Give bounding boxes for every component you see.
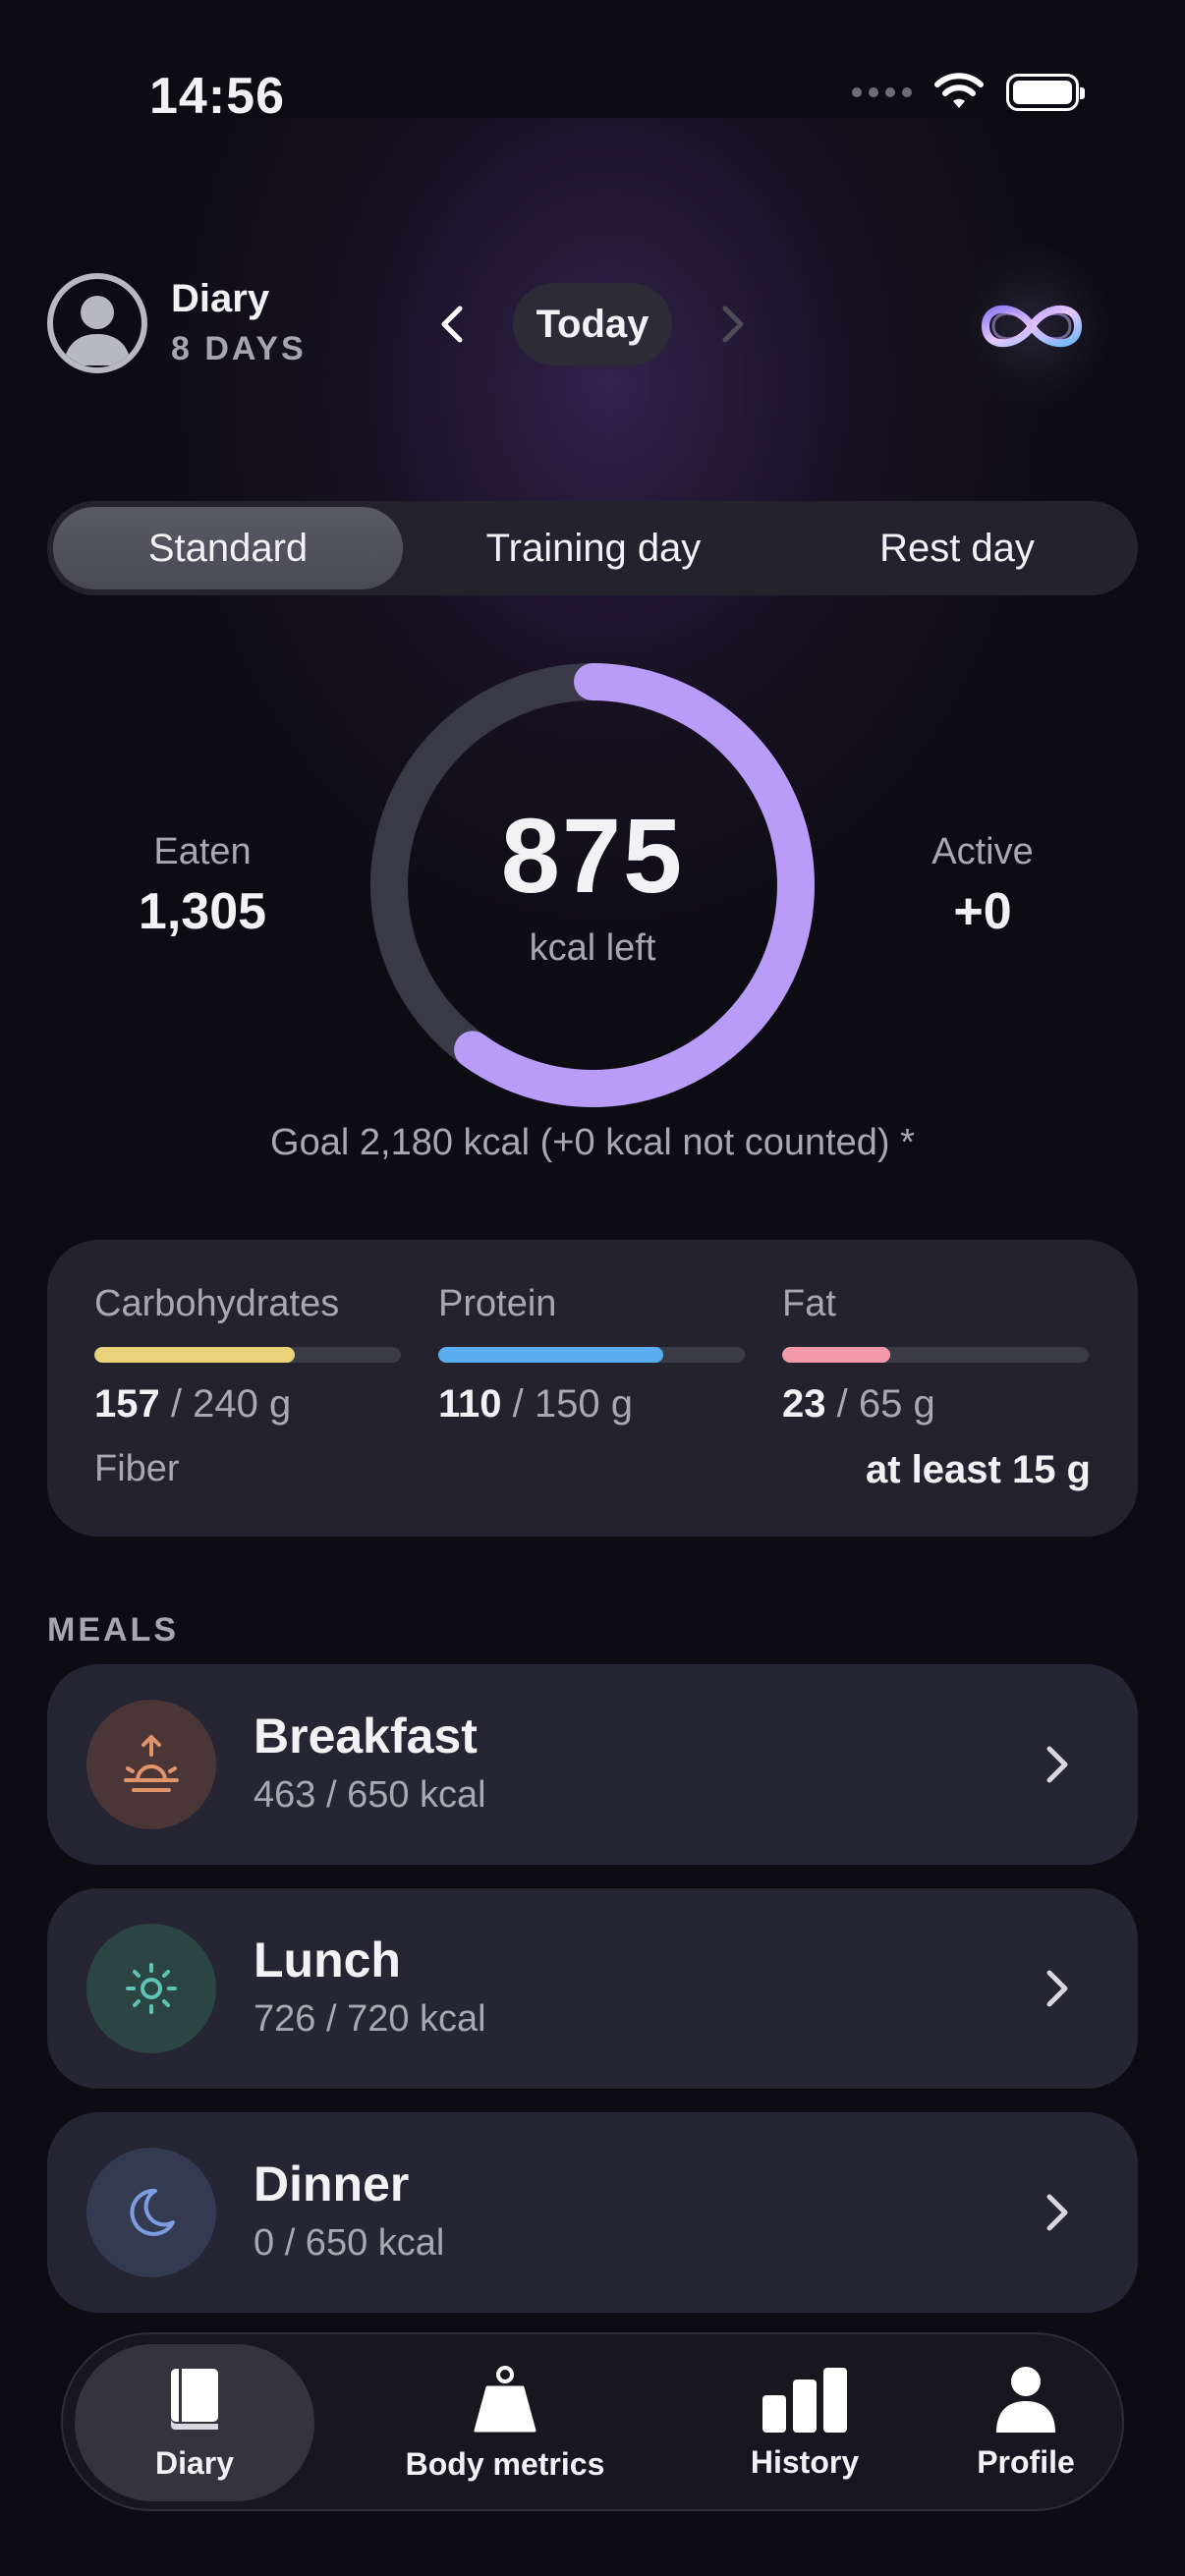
macro-name: Fat: [782, 1283, 836, 1324]
moon-icon: [86, 2148, 216, 2277]
macro-value: 157 / 240 g: [94, 1382, 292, 1426]
person-avatar-icon: [63, 296, 132, 365]
cellular-dots-icon: [852, 87, 912, 97]
tab-label: Profile: [977, 2443, 1075, 2480]
goal-text[interactable]: Goal 2,180 kcal (+0 kcal not counted) *: [0, 1122, 1185, 1164]
book-icon: [171, 2368, 218, 2430]
premium-button[interactable]: [951, 246, 1112, 407]
status-time: 14:56: [149, 68, 285, 125]
meal-lunch[interactable]: Lunch 726 / 720 kcal: [47, 1888, 1138, 2089]
segment-training-day[interactable]: Training day: [419, 507, 768, 589]
macro-value: 23 / 65 g: [782, 1382, 935, 1426]
tab-diary[interactable]: Diary: [75, 2344, 314, 2501]
wifi-icon: [934, 73, 984, 108]
chevron-right-icon: [1038, 1963, 1077, 2014]
segment-standard[interactable]: Standard: [53, 507, 403, 589]
scale-icon: [474, 2365, 536, 2432]
active-label: Active: [931, 831, 1034, 872]
meals-section-header: MEALS: [47, 1611, 179, 1649]
chevron-right-icon: [1038, 2187, 1077, 2238]
chevron-right-icon: [722, 306, 744, 343]
tab-label: History: [750, 2443, 860, 2480]
macro-fat: Fat 23 / 65 g: [782, 1283, 1089, 1427]
infinity-icon: [981, 305, 1083, 348]
tab-body-metrics[interactable]: Body metrics: [358, 2344, 652, 2501]
tab-label: Diary: [154, 2444, 235, 2481]
macro-progress-bar: [782, 1347, 1089, 1363]
previous-day-button[interactable]: [424, 295, 480, 354]
fiber-label: Fiber: [94, 1448, 180, 1489]
chevron-right-icon: [1038, 1739, 1077, 1790]
status-icons: [852, 73, 1085, 112]
meal-name: Lunch: [254, 1932, 401, 1988]
meal-breakfast[interactable]: Breakfast 463 / 650 kcal: [47, 1664, 1138, 1865]
meal-kcal: 726 / 720 kcal: [254, 1998, 486, 2040]
meal-name: Breakfast: [254, 1708, 478, 1764]
tab-profile[interactable]: Profile: [937, 2344, 1114, 2501]
macro-progress-bar: [94, 1347, 401, 1363]
sun-icon: [86, 1924, 216, 2053]
eaten-label: Eaten: [153, 831, 252, 872]
chevron-left-icon: [441, 306, 463, 343]
kcal-left-label: kcal left: [529, 927, 656, 969]
fiber-value: at least 15 g: [865, 1448, 1091, 1491]
macro-carbohydrates: Carbohydrates 157 / 240 g: [94, 1283, 401, 1427]
macro-value: 110 / 150 g: [438, 1382, 633, 1426]
avatar[interactable]: [47, 273, 147, 373]
tab-history[interactable]: History: [682, 2344, 928, 2501]
macro-name: Carbohydrates: [94, 1283, 340, 1324]
meal-name: Dinner: [254, 2156, 410, 2212]
tab-label: Body metrics: [405, 2445, 605, 2482]
meal-dinner[interactable]: Dinner 0 / 650 kcal: [47, 2112, 1138, 2313]
meal-kcal: 0 / 650 kcal: [254, 2222, 445, 2264]
day-type-segmented-control: Standard Training day Rest day: [47, 501, 1138, 595]
person-icon: [996, 2366, 1055, 2433]
eaten-value: 1,305: [138, 883, 267, 940]
sunrise-icon: [86, 1700, 216, 1829]
page-title: Diary: [171, 277, 270, 320]
active-value: +0: [953, 883, 1012, 940]
macros-card[interactable]: Carbohydrates 157 / 240 g Protein 110 / …: [47, 1240, 1138, 1537]
macro-name: Protein: [438, 1283, 557, 1324]
date-selector-button[interactable]: Today: [513, 283, 672, 365]
segment-rest-day[interactable]: Rest day: [782, 507, 1132, 589]
streak-label: 8 DAYS: [171, 330, 307, 367]
macro-progress-bar: [438, 1347, 745, 1363]
bar-chart-icon: [762, 2367, 847, 2433]
macro-protein: Protein 110 / 150 g: [438, 1283, 745, 1427]
battery-icon: [1006, 74, 1085, 111]
meal-kcal: 463 / 650 kcal: [254, 1774, 486, 1816]
next-day-button[interactable]: [705, 295, 761, 354]
kcal-left-value: 875: [500, 796, 685, 915]
tab-bar: Diary Body metrics History Profile: [61, 2332, 1124, 2511]
